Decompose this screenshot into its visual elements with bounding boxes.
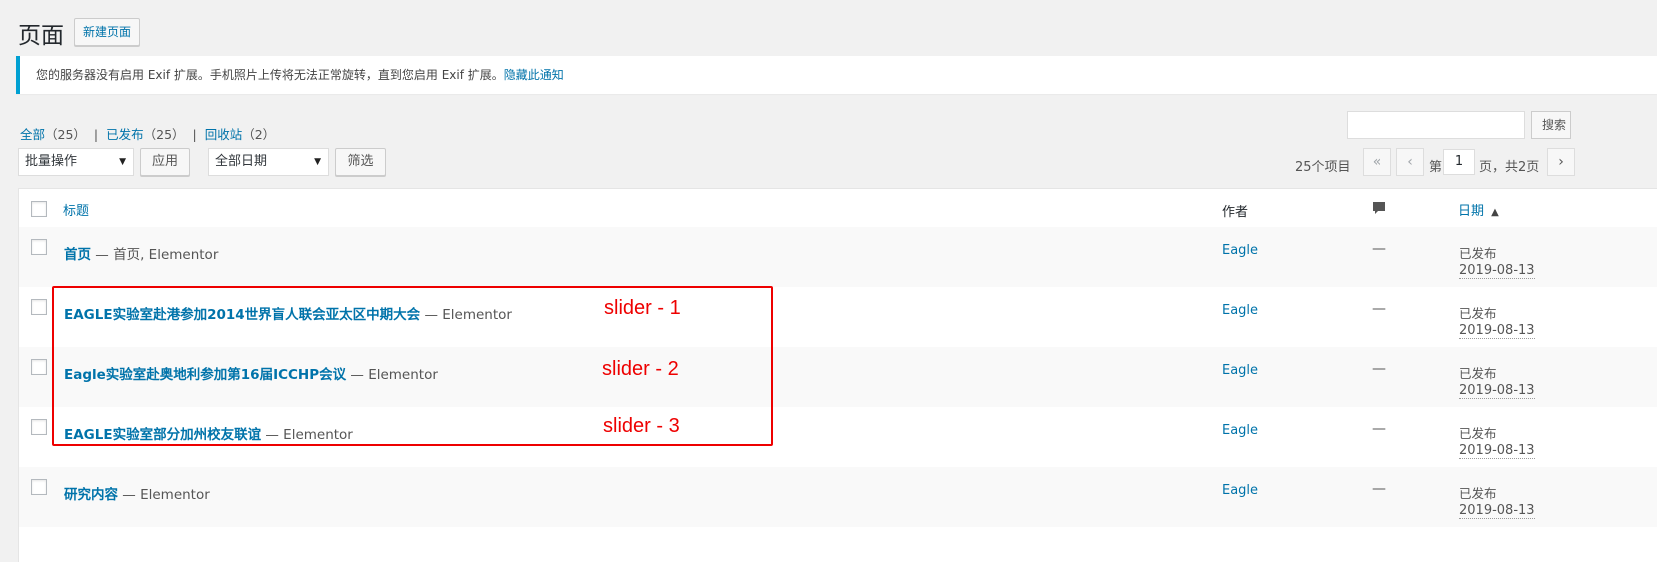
prev-page-button[interactable]: ‹ [1396,148,1424,176]
row-author-link[interactable]: Eagle [1222,303,1258,318]
dropdown-arrow-icon: ▼ [119,157,126,167]
row-comments: — [1372,241,1386,257]
filter-trash-count: （2） [242,127,276,142]
row-checkbox[interactable] [31,479,47,495]
row-date: 2019-08-13 [1459,383,1535,399]
row-status: 已发布 [1459,246,1497,261]
row-status: 已发布 [1459,306,1497,321]
row-comments: — [1372,361,1386,377]
table-row: 首页 — 首页, Elementor Eagle — 已发布 2019-08-1… [19,227,1657,287]
row-date: 2019-08-13 [1459,503,1535,519]
notice-text: 您的服务器没有启用 Exif 扩展。手机照片上传将无法正常旋转，直到您启用 Ex… [36,68,504,82]
page-prefix: 第 [1429,160,1443,175]
row-author-link[interactable]: Eagle [1222,243,1258,258]
apply-button[interactable]: 应用 [140,148,190,176]
row-status: 已发布 [1459,366,1497,381]
comment-bubble-icon [1373,202,1385,214]
row-title-state: — 首页, Elementor [91,247,219,263]
row-status: 已发布 [1459,426,1497,441]
row-checkbox[interactable] [31,419,47,435]
search-input[interactable] [1347,111,1525,139]
filter-all-link[interactable]: 全部 [20,127,45,142]
select-all-checkbox[interactable] [31,201,47,217]
annotation-label: slider - 3 [603,415,680,437]
row-title-state: — Elementor [118,487,210,503]
add-new-page-button[interactable]: 新建页面 [74,18,141,46]
sort-ascending-icon: ▲ [1491,207,1499,218]
date-column-header[interactable]: 日期 ▲ [1458,200,1499,219]
row-comments: — [1372,421,1386,437]
row-title-cell: 首页 — 首页, Elementor [64,243,218,263]
exif-notice: 您的服务器没有启用 Exif 扩展。手机照片上传将无法正常旋转，直到您启用 Ex… [16,56,1657,94]
author-column-header: 作者 [1222,205,1249,220]
table-header: 标题 作者 日期 ▲ [19,189,1657,228]
title-column-header[interactable]: 标题 [63,200,89,219]
date-column-label[interactable]: 日期 [1458,204,1484,219]
row-author-link[interactable]: Eagle [1222,363,1258,378]
search-button[interactable]: 搜索 [1531,111,1571,139]
filter-trash-link[interactable]: 回收站 [205,127,243,142]
row-checkbox[interactable] [31,299,47,315]
comments-column-header[interactable] [1371,200,1387,220]
row-comments: — [1372,301,1386,317]
row-status: 已发布 [1459,486,1497,501]
filter-separator: | [192,127,197,142]
filter-published-link[interactable]: 已发布 [106,127,144,142]
dismiss-notice-link[interactable]: 隐藏此通知 [504,68,564,82]
row-checkbox[interactable] [31,359,47,375]
dropdown-arrow-icon: ▼ [314,157,321,167]
status-filters: 全部（25） | 已发布（25） | 回收站（2） [20,124,275,143]
bulk-actions-value: 批量操作 [25,154,78,169]
date-filter-value: 全部日期 [215,154,268,169]
row-date: 2019-08-13 [1459,443,1535,459]
date-filter-select[interactable]: 全部日期 ▼ [208,148,329,176]
filter-button[interactable]: 筛选 [335,148,386,176]
page-suffix: 页，共2页 [1479,160,1540,175]
row-comments: — [1372,481,1386,497]
table-row: 研究内容 — Elementor Eagle — 已发布 2019-08-13 [19,467,1657,527]
next-page-button[interactable]: › [1547,148,1575,176]
filter-all-count: （25） [45,127,86,142]
page-title: 页面 [18,23,64,49]
row-title-link[interactable]: 首页 [64,247,91,263]
row-author-link[interactable]: Eagle [1222,483,1258,498]
row-title-link[interactable]: 研究内容 [64,487,118,503]
row-title-cell: 研究内容 — Elementor [64,483,210,503]
filter-separator: | [93,127,99,142]
bulk-actions-select[interactable]: 批量操作 ▼ [18,148,134,176]
row-date: 2019-08-13 [1459,323,1535,339]
current-page-input[interactable]: 1 [1443,149,1475,175]
filter-published-count: （25） [143,127,185,142]
row-checkbox[interactable] [31,239,47,255]
annotation-label: slider - 1 [604,297,681,319]
annotation-label: slider - 2 [602,358,679,380]
row-date: 2019-08-13 [1459,263,1535,279]
items-count: 25个项目 [1295,160,1351,175]
first-page-button[interactable]: « [1363,148,1391,176]
row-author-link[interactable]: Eagle [1222,423,1258,438]
